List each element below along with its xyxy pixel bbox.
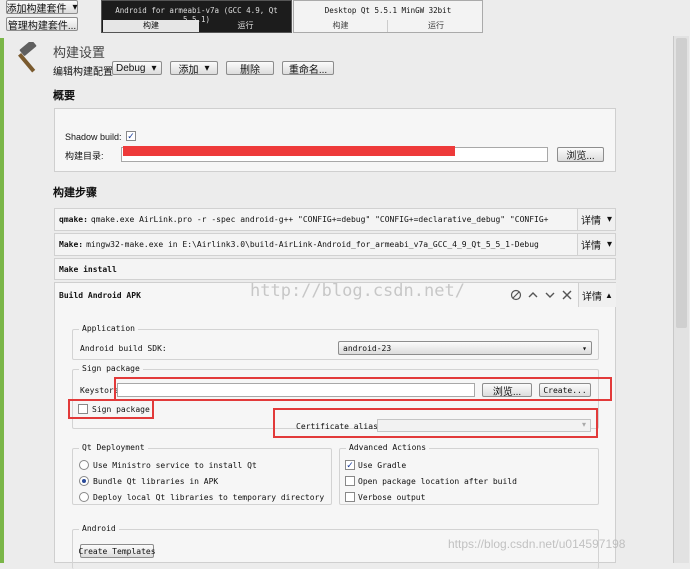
create-templates-button[interactable]: Create Templates [78,544,156,558]
config-select[interactable]: Debug [112,61,162,75]
annotation-box-cert-alias [273,408,598,438]
config-label: 编辑构建配置: [53,67,116,78]
add-config-button[interactable]: 添加 [170,61,218,76]
open-location-label: Open package location after build [358,477,517,486]
chevron-up-icon: ▲ [605,290,613,300]
make-step[interactable]: Make: mingw32-make.exe in E:\Airlink3.0\… [54,233,616,256]
watermark-center: http://blog.csdn.net/ [250,281,465,301]
deploy-bundle-label: Bundle Qt libraries in APK [93,477,219,486]
qmake-step[interactable]: qmake: qmake.exe AirLink.pro -r -spec an… [54,208,616,231]
target-build-tab-android[interactable]: 构建 [103,20,199,32]
deploy-ministro-label: Use Ministro service to install Qt [93,461,257,470]
overview-panel: Shadow build: ✓ 构建目录: 浏览... [54,108,616,172]
qmake-step-name: qmake: [59,215,88,224]
make-details-button[interactable]: 详情 [577,234,615,255]
deploy-local-radio[interactable] [79,492,89,502]
open-location-checkbox[interactable] [345,476,355,486]
move-up-icon[interactable] [527,289,539,301]
overview-heading: 概要 [53,90,75,102]
left-mode-strip [0,38,4,563]
annotation-box-sign-package [68,399,154,419]
target-run-tab-android[interactable]: 运行 [200,20,291,32]
annotation-box-keystore [114,377,612,401]
verbose-output-checkbox[interactable] [345,492,355,502]
scrollbar-thumb[interactable] [676,38,687,328]
apk-details-button[interactable]: 详情 ▲ [578,283,616,307]
sdk-select-value: android-23 [343,343,392,353]
disable-step-icon[interactable] [510,289,522,301]
build-dir-browse-button[interactable]: 浏览... [557,147,604,162]
verbose-output-label: Verbose output [358,493,426,502]
make-step-name: Make: [59,240,84,249]
shadow-build-label: Shadow build: [65,132,122,142]
qt-deployment-group-title: Qt Deployment [79,443,148,452]
make-step-cmd: mingw32-make.exe in E:\Airlink3.0\build-… [86,240,539,249]
sdk-label: Android build SDK: [80,344,167,353]
application-group-title: Application [79,324,138,333]
rename-config-button[interactable]: 重命名... [282,61,334,76]
use-gradle-checkbox[interactable]: ✓ [345,460,355,470]
sdk-select[interactable]: android-23 ▾ [338,341,592,355]
make-install-step[interactable]: Make install [54,258,616,280]
apk-details-label: 详情 [582,291,603,303]
watermark-corner: https://blog.csdn.net/u014597198 [448,537,626,551]
redaction-bar [123,146,455,156]
deploy-local-label: Deploy local Qt libraries to temporary d… [93,493,325,502]
build-steps-heading: 构建步骤 [53,187,97,199]
build-dir-label: 构建目录: [65,151,104,161]
qmake-step-cmd: qmake.exe AirLink.pro -r -spec android-g… [90,215,549,224]
deploy-bundle-radio[interactable] [79,476,89,486]
apk-step-panel: Build Android APK 详情 ▲ Application Androi… [54,282,616,569]
chevron-down-icon: ▾ [582,343,587,353]
sign-package-group-title: Sign package [79,364,143,373]
target-build-tab-desktop[interactable]: 构建 [294,20,388,32]
delete-config-button[interactable]: 删除 [226,61,274,76]
hammer-icon [18,42,37,73]
add-kit-button[interactable]: 添加构建套件 [6,0,78,15]
page-title: 构建设置 [53,45,106,60]
vertical-scrollbar[interactable] [673,36,689,563]
move-down-icon[interactable] [544,289,556,301]
deploy-ministro-radio[interactable] [79,460,89,470]
manage-kits-button[interactable]: 管理构建套件... [6,17,78,32]
target-tab-desktop[interactable]: Desktop Qt 5.5.1 MinGW 32bit 构建 运行 [293,0,483,33]
target-tab-android[interactable]: Android for armeabi-v7a (GCC 4.9, Qt 5.5… [101,0,292,33]
remove-step-icon[interactable] [561,289,573,301]
shadow-build-checkbox[interactable]: ✓ [126,131,136,141]
target-title-desktop: Desktop Qt 5.5.1 MinGW 32bit [324,6,452,15]
use-gradle-label: Use Gradle [358,461,407,470]
target-run-tab-desktop[interactable]: 运行 [389,20,483,32]
qmake-details-button[interactable]: 详情 [577,209,615,230]
make-install-step-name: Make install [59,264,117,274]
advanced-actions-group-title: Advanced Actions [346,443,430,452]
apk-step-name: Build Android APK [59,291,141,300]
android-group-title: Android [79,524,119,533]
